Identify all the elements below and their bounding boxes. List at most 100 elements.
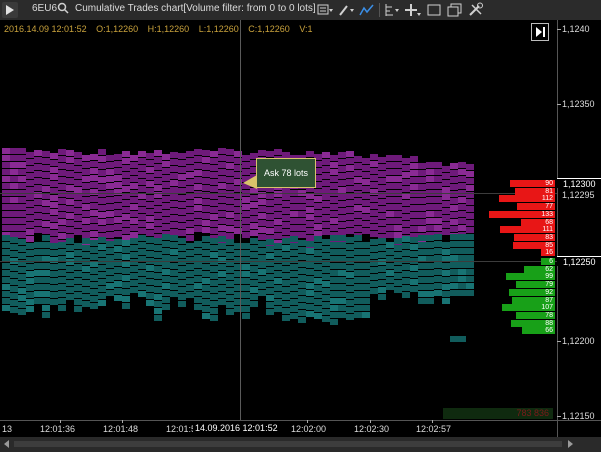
ask-volume-bar: 111 [500,226,555,234]
ask-cluster-cell [34,171,42,177]
bid-volume-bar: 87 [512,296,555,304]
ask-cluster-cell [34,213,42,219]
ask-cluster-cell [170,173,178,179]
bid-cluster-cell [146,237,154,243]
pencil-icon[interactable] [337,2,355,18]
ask-cluster-cell [330,183,338,189]
ask-cluster-cell [218,204,226,210]
ask-cluster-cell [106,204,114,210]
symbol-label[interactable]: 6EU6 [32,3,57,14]
ask-cluster-cell [354,184,362,190]
bid-cluster-cell [50,292,58,298]
ask-cluster-cell [242,225,250,231]
scroll-to-end-button[interactable] [531,23,549,41]
ask-cluster-cell [298,211,306,217]
ask-cluster-cell [210,214,218,220]
ask-cluster-cell [394,218,402,224]
bid-cluster-cell [258,262,266,268]
ask-cluster-cell [186,158,194,164]
ask-cluster-cell [162,217,170,223]
ask-cluster-cell [450,184,458,190]
bid-cluster-cell [202,271,210,277]
ask-cluster-cell [82,211,90,217]
scroll-right-icon[interactable] [568,440,573,448]
template-icon[interactable] [316,2,334,18]
horizontal-scrollbar[interactable] [0,437,601,452]
ask-cluster-cell [442,222,450,228]
bid-cluster-cell [274,306,282,312]
ask-cluster-cell [66,220,74,226]
bid-cluster-cell [66,294,74,300]
ask-cluster-cell [322,229,330,235]
bid-cluster-cell [2,277,10,283]
ask-cluster-cell [162,168,170,174]
ask-cluster-cell [74,180,82,186]
bid-cluster-cell [354,291,362,297]
crosshair-icon[interactable] [404,2,422,18]
ask-cluster-cell [10,211,18,217]
bid-cluster-cell [378,259,386,265]
bid-cluster-cell [330,270,338,276]
bid-cluster-cell [298,275,306,281]
bid-cluster-cell [82,273,90,279]
price-axis[interactable] [557,20,601,420]
cluster-chart-area[interactable] [0,20,557,420]
copy-icon[interactable] [446,2,464,18]
ask-cluster-cell [58,156,66,162]
ask-cluster-cell [322,173,330,179]
bid-cluster-cell [194,248,202,254]
bid-cluster-cell [266,302,274,308]
ask-cluster-cell [266,207,274,213]
bid-cluster-cell [18,253,26,259]
bid-cluster-cell [386,263,394,269]
bid-cluster-cell [210,301,218,307]
toolbar-separator [379,3,380,17]
bid-cluster-cell [18,281,26,287]
bid-cluster-cell [426,270,434,276]
ask-cluster-cell [26,152,34,158]
bid-cluster-cell [418,291,426,297]
bid-cluster-cell [282,287,290,293]
app-logo-icon[interactable] [2,2,18,18]
bid-cluster-cell [34,242,42,248]
bid-cluster-cell [306,290,314,296]
ask-cluster-cell [418,177,426,183]
bid-cluster-cell [362,305,370,311]
scroll-left-icon[interactable] [4,440,9,448]
bid-cluster-cell [426,249,434,255]
ask-cluster-cell [202,157,210,163]
bid-cluster-cell [58,249,66,255]
bid-cluster-cell [378,252,386,258]
ask-cluster-cell [274,212,282,218]
indicator-icon[interactable] [383,2,401,18]
bid-cluster-cell [74,271,82,277]
bid-cluster-cell [186,250,194,256]
bid-cluster-cell [194,276,202,282]
ask-cluster-cell [202,213,210,219]
y-tick [557,341,561,342]
ask-cluster-cell [402,172,410,178]
ask-cluster-cell [122,228,130,234]
ask-cluster-cell [202,171,210,177]
ask-cluster-cell [186,235,194,241]
window-icon[interactable] [425,2,443,18]
ask-cluster-cell [162,182,170,188]
settings-icon[interactable] [467,2,485,18]
bid-cluster-cell [42,249,50,255]
scrollbar-thumb[interactable] [14,441,562,447]
search-icon[interactable] [57,2,71,16]
bid-cluster-cell [378,280,386,286]
bid-cluster-cell [330,319,338,325]
line-chart-icon[interactable] [358,2,376,18]
bid-cluster-cell [218,243,226,249]
bid-cluster-cell [106,262,114,268]
ask-cluster-cell [330,211,338,217]
bid-cluster-cell [138,277,146,283]
bid-cluster-cell [122,268,130,274]
bid-cluster-cell [418,270,426,276]
ask-cluster-cell [282,215,290,221]
bid-cluster-cell [74,257,82,263]
bid-cluster-cell [458,241,466,247]
bid-cluster-cell [442,291,450,297]
bid-cluster-cell [66,280,74,286]
